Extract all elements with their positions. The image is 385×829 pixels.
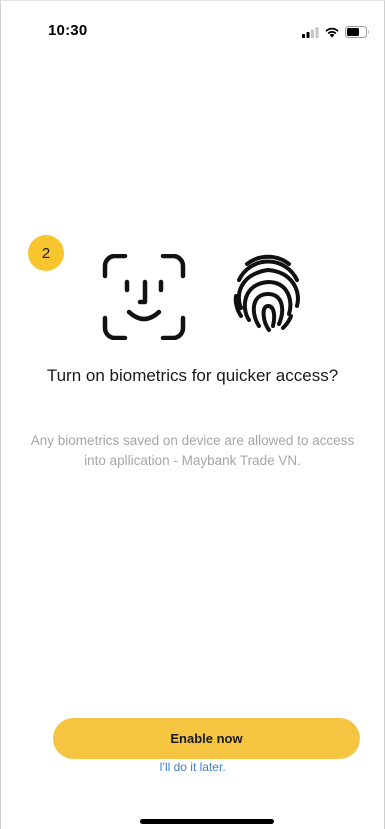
battery-icon: [345, 25, 370, 43]
page-title: Turn on biometrics for quicker access?: [46, 366, 339, 385]
screen: 10:30 2 Turn on biometrics for quicker a…: [0, 0, 385, 829]
step-badge: 2: [28, 235, 64, 271]
cellular-signal-icon: [302, 25, 319, 43]
home-indicator: [140, 819, 274, 824]
fingerprint-icon: [233, 254, 303, 337]
step-number: 2: [41, 244, 51, 262]
status-time: 10:30: [48, 22, 88, 39]
face-id-icon: [101, 253, 187, 345]
status-icons: [302, 25, 370, 43]
enable-now-button[interactable]: Enable now: [53, 718, 360, 759]
description-text: Any biometrics saved on device are allow…: [30, 433, 355, 468]
wifi-icon: [324, 25, 340, 43]
do-it-later-link[interactable]: I'll do it later.: [1, 760, 384, 774]
status-bar: 10:30: [1, 1, 384, 61]
